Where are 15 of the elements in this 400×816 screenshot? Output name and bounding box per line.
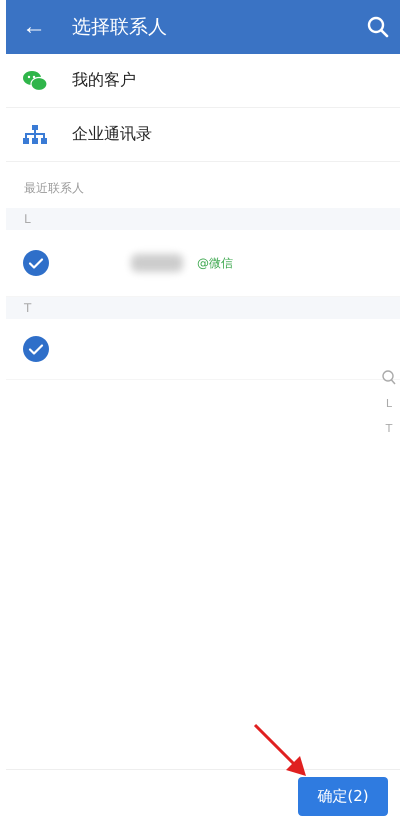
confirm-button[interactable]: 确定(2) <box>298 777 388 816</box>
section-title: 最近联系人 <box>23 180 85 197</box>
checked-circle-icon[interactable] <box>23 250 49 276</box>
menu-item-label[interactable]: 企业通讯录 <box>72 124 152 145</box>
search-icon[interactable] <box>366 15 390 39</box>
group-letter: L <box>24 212 31 226</box>
checked-circle-icon[interactable] <box>23 336 49 362</box>
annotation-arrow <box>252 722 308 778</box>
chat-bubbles-icon <box>22 70 48 92</box>
menu-item-label[interactable]: 我的客户 <box>72 70 136 91</box>
window-title: 选择联系人 <box>72 15 168 40</box>
source-label: @微信 <box>197 254 233 272</box>
group-letter: T <box>24 301 32 315</box>
back-button[interactable]: ← <box>22 13 72 41</box>
org-chart-icon <box>22 124 48 146</box>
